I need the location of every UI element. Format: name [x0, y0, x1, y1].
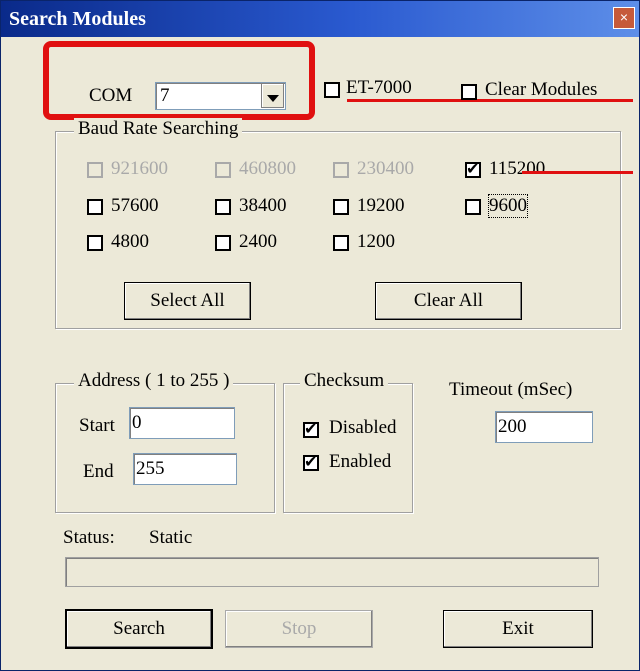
- baud-115200-checkbox[interactable]: ✔: [465, 159, 481, 178]
- baud-460800-checkbox: [215, 162, 231, 178]
- title-bar[interactable]: Search Modules ×: [1, 1, 639, 37]
- et7000-label: ET-7000: [346, 77, 412, 98]
- baud-1200-checkbox[interactable]: [333, 235, 349, 251]
- search-button[interactable]: Search: [65, 609, 213, 649]
- baud-115200-label: 115200: [489, 158, 546, 179]
- search-modules-window: Search Modules × COM 7 ET-7000 Clear Mod…: [0, 0, 640, 671]
- checksum-enabled-label: Enabled: [329, 451, 392, 472]
- exit-button[interactable]: Exit: [443, 610, 593, 648]
- clear-modules-label: Clear Modules: [485, 79, 598, 100]
- clear-modules-checkbox[interactable]: [461, 84, 477, 100]
- baud-rate-title: Baud Rate Searching: [74, 118, 243, 140]
- baud-38400-label: 38400: [239, 195, 287, 216]
- highlight-box: [43, 41, 315, 120]
- baud-19200-label: 19200: [357, 195, 405, 216]
- clear-all-button[interactable]: Clear All: [375, 282, 522, 320]
- annotation-line-2: [522, 171, 633, 174]
- baud-57600-label: 57600: [111, 195, 159, 216]
- dialog-client: COM 7 ET-7000 Clear Modules Baud Rate Se…: [7, 41, 633, 665]
- end-address-input[interactable]: [133, 453, 237, 485]
- baud-19200-checkbox[interactable]: [333, 199, 349, 215]
- baud-38400-checkbox[interactable]: [215, 199, 231, 215]
- status-value: Static: [149, 527, 193, 548]
- checksum-disabled-label: Disabled: [329, 417, 397, 438]
- baud-921600-label: 921600: [111, 158, 168, 179]
- baud-2400-label: 2400: [239, 231, 277, 252]
- checkmark-icon: ✔: [466, 159, 480, 178]
- start-address-input[interactable]: [129, 407, 235, 439]
- baud-921600-checkbox: [87, 162, 103, 178]
- baud-4800-checkbox[interactable]: [87, 235, 103, 251]
- baud-1200-label: 1200: [357, 231, 395, 252]
- end-label: End: [83, 461, 114, 482]
- address-group: Address ( 1 to 255 ): [55, 370, 275, 513]
- checksum-disabled-checkbox[interactable]: ✔: [303, 419, 319, 438]
- baud-9600-checkbox[interactable]: [465, 199, 481, 215]
- baud-2400-checkbox[interactable]: [215, 235, 231, 251]
- baud-4800-label: 4800: [111, 231, 149, 252]
- close-icon[interactable]: ×: [613, 7, 635, 29]
- et7000-checkbox[interactable]: [324, 82, 340, 98]
- stop-button[interactable]: Stop: [225, 610, 373, 648]
- timeout-input[interactable]: [495, 411, 593, 443]
- baud-9600-label: 9600: [488, 194, 528, 218]
- timeout-label: Timeout (mSec): [449, 379, 573, 400]
- baud-57600-checkbox[interactable]: [87, 199, 103, 215]
- progress-bar: [65, 557, 599, 587]
- checkmark-icon: ✔: [304, 452, 318, 471]
- checksum-group: Checksum: [283, 370, 413, 513]
- baud-230400-checkbox: [333, 162, 349, 178]
- select-all-button[interactable]: Select All: [124, 282, 251, 320]
- checksum-enabled-checkbox[interactable]: ✔: [303, 452, 319, 471]
- baud-460800-label: 460800: [239, 158, 296, 179]
- checksum-title: Checksum: [300, 370, 389, 392]
- address-title: Address ( 1 to 255 ): [74, 370, 234, 392]
- status-label: Status:: [63, 527, 115, 548]
- window-title: Search Modules: [9, 8, 146, 30]
- baud-230400-label: 230400: [357, 158, 414, 179]
- checkmark-icon: ✔: [304, 419, 318, 438]
- start-label: Start: [79, 415, 115, 436]
